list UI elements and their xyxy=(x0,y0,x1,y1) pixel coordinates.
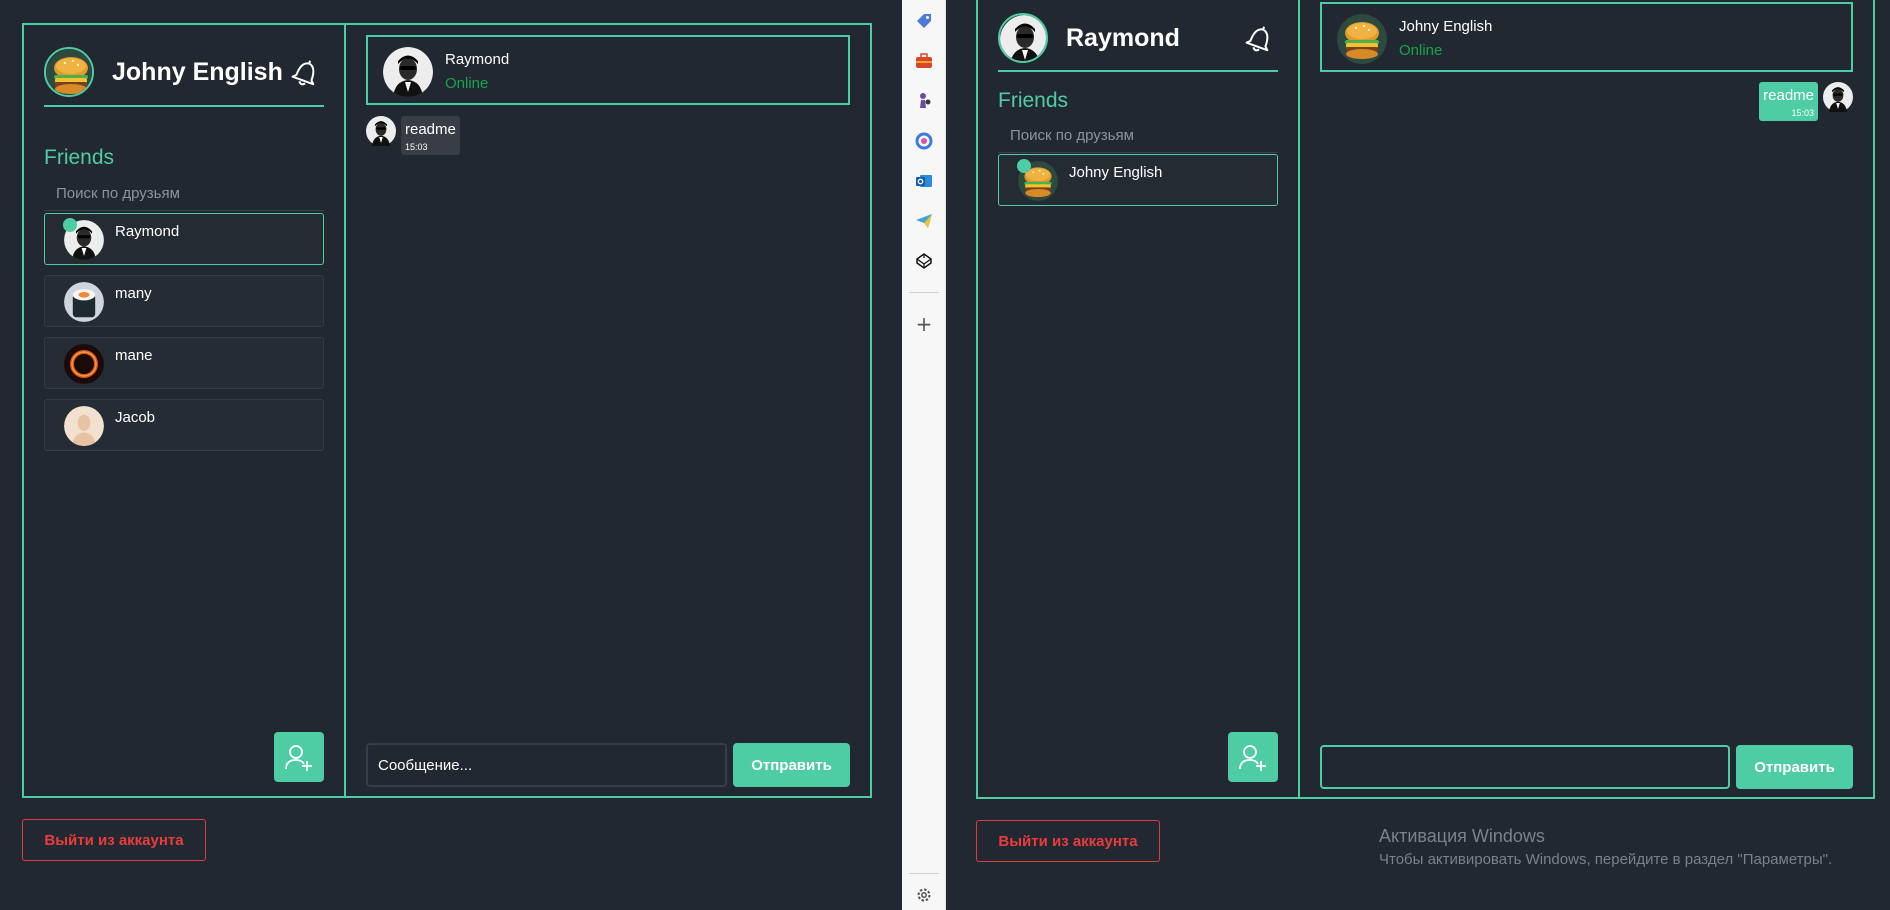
friend-name: Johny English xyxy=(1069,164,1163,181)
profile-header: Raymond xyxy=(998,6,1278,72)
add-friend-button[interactable] xyxy=(274,732,324,782)
left-app-pane: Johny English Friends Raymond many xyxy=(0,0,902,910)
chat-header: Johny English Online xyxy=(1320,2,1853,72)
windows-activation-watermark: Активация Windows Чтобы активировать Win… xyxy=(1379,826,1832,868)
user-name: Raymond xyxy=(1066,23,1180,52)
friends-title: Friends xyxy=(998,89,1069,112)
message-composer: Отправить xyxy=(366,743,850,787)
chat-panel: Raymond Online readme 15:03 Отправить xyxy=(346,25,870,796)
message-composer: Отправить xyxy=(1320,745,1853,789)
browser-sidebar: + xyxy=(902,0,946,910)
user-name: Johny English xyxy=(112,57,283,86)
friend-name: many xyxy=(115,285,152,302)
profile-header: Johny English xyxy=(44,39,324,107)
friend-avatar xyxy=(64,406,104,446)
sidebar-divider xyxy=(909,873,939,874)
chat-panel: Johny English Online readme 15:03 Отправ… xyxy=(1300,0,1873,797)
contact-avatar xyxy=(1337,14,1387,64)
message-avatar xyxy=(1823,82,1853,112)
logout-button[interactable]: Выйти из аккаунта xyxy=(976,820,1160,862)
chat-header: Raymond Online xyxy=(366,35,850,105)
logout-button[interactable]: Выйти из аккаунта xyxy=(22,819,206,861)
send-button[interactable]: Отправить xyxy=(1736,745,1853,789)
contact-status: Online xyxy=(1399,42,1443,59)
friend-list: Raymond many mane Jacob xyxy=(44,203,324,451)
friend-name: mane xyxy=(115,347,153,364)
message-avatar xyxy=(366,116,396,146)
friend-name: Jacob xyxy=(115,409,156,426)
friend-item-many[interactable]: many xyxy=(44,275,324,327)
contact-name: Johny English xyxy=(1399,18,1493,35)
add-user-icon xyxy=(285,745,312,771)
copilot-icon[interactable] xyxy=(914,131,934,151)
online-indicator xyxy=(63,218,77,232)
friend-item-raymond[interactable]: Raymond xyxy=(44,213,324,265)
message-outgoing: readme 15:03 xyxy=(1759,82,1853,121)
settings-icon[interactable] xyxy=(914,885,934,905)
friend-item-mane[interactable]: mane xyxy=(44,337,324,389)
sidebar: Johny English Friends Raymond many xyxy=(24,25,346,796)
message-input[interactable] xyxy=(366,743,727,787)
codepen-icon[interactable] xyxy=(914,251,934,271)
message-time: 15:03 xyxy=(405,142,428,152)
toolbox-icon[interactable] xyxy=(914,51,934,71)
message-bubble: readme 15:03 xyxy=(401,116,460,155)
user-avatar[interactable] xyxy=(998,13,1048,63)
contact-name: Raymond xyxy=(445,51,510,68)
chess-icon[interactable] xyxy=(914,91,934,111)
friend-item-jacob[interactable]: Jacob xyxy=(44,399,324,451)
message-input[interactable] xyxy=(1320,745,1730,789)
add-user-icon xyxy=(1239,745,1266,771)
friend-avatar xyxy=(64,282,104,322)
bell-icon[interactable] xyxy=(1242,20,1278,56)
sidebar-divider xyxy=(909,292,939,293)
outlook-icon[interactable] xyxy=(914,171,934,191)
activation-title: Активация Windows xyxy=(1379,826,1545,846)
message-bubble: readme 15:03 xyxy=(1759,82,1818,121)
message-incoming: readme 15:03 xyxy=(366,116,460,155)
contact-status: Online xyxy=(445,75,489,92)
tag-icon[interactable] xyxy=(914,11,934,31)
message-text: readme xyxy=(1763,87,1814,104)
friends-title: Friends xyxy=(44,146,115,169)
activation-subtitle: Чтобы активировать Windows, перейдите в … xyxy=(1379,851,1833,868)
telegram-icon[interactable] xyxy=(914,211,934,231)
sidebar: Raymond Friends Johny English xyxy=(978,0,1300,797)
add-friend-button[interactable] xyxy=(1228,732,1278,782)
friend-item-johny-english[interactable]: Johny English xyxy=(998,154,1278,206)
add-icon[interactable]: + xyxy=(914,314,934,334)
message-time: 15:03 xyxy=(1791,108,1814,118)
user-avatar[interactable] xyxy=(44,47,94,97)
message-text: readme xyxy=(405,121,456,138)
messenger-frame: Johny English Friends Raymond many xyxy=(22,23,872,798)
friend-name: Raymond xyxy=(115,223,180,240)
send-button[interactable]: Отправить xyxy=(733,743,850,787)
right-app-pane: Raymond Friends Johny English xyxy=(946,0,1890,910)
friend-list: Johny English xyxy=(998,144,1278,206)
friend-avatar xyxy=(64,344,104,384)
online-indicator xyxy=(1017,159,1031,173)
messenger-frame: Raymond Friends Johny English xyxy=(976,0,1875,799)
contact-avatar xyxy=(383,47,433,97)
bell-icon[interactable] xyxy=(288,54,324,90)
